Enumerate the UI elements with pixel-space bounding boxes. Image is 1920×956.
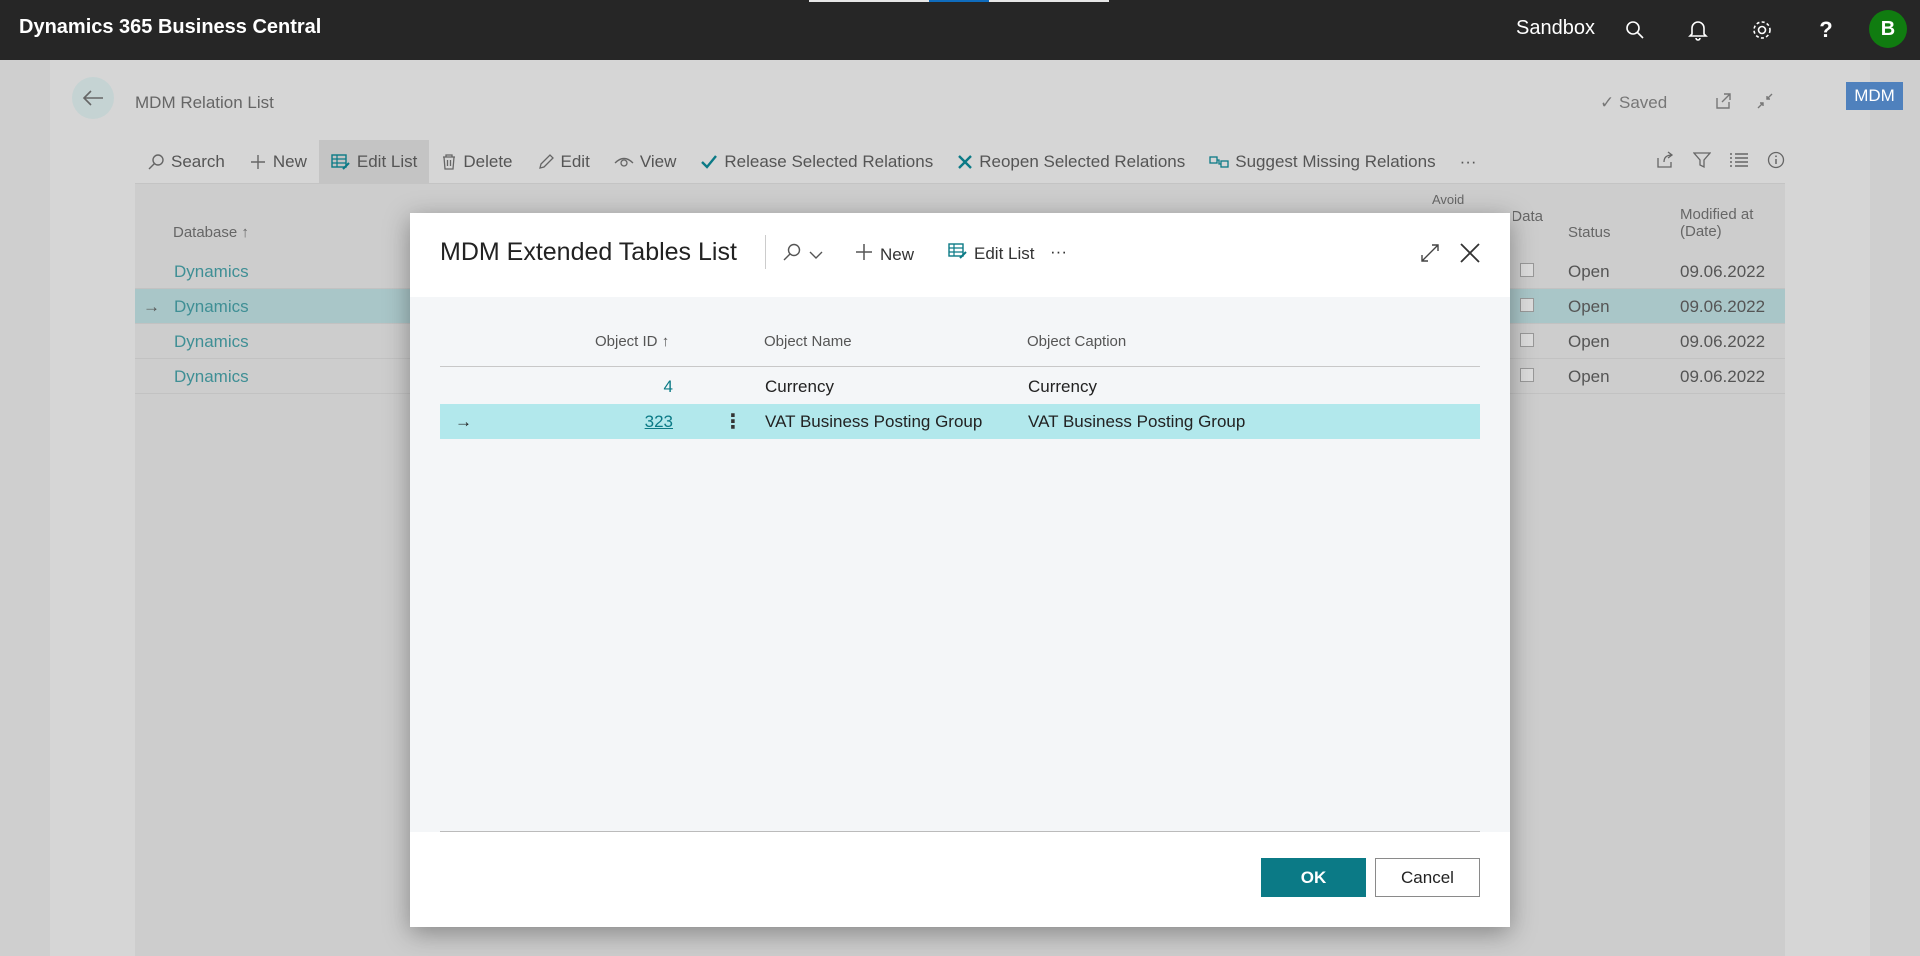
search-icon[interactable] bbox=[1621, 16, 1649, 44]
mdm-badge[interactable]: MDM bbox=[1846, 82, 1903, 110]
modified-date-cell: 09.06.2022 bbox=[1680, 262, 1766, 281]
check-icon: ✓ bbox=[1600, 93, 1615, 112]
edit-list-button[interactable]: Edit List bbox=[948, 242, 1034, 265]
edit-list-action[interactable]: Edit List bbox=[318, 139, 430, 184]
modified-date-cell: 09.06.2022 bbox=[1680, 332, 1766, 351]
object-name-cell: Currency bbox=[765, 377, 834, 396]
database-cell[interactable]: Dynamics bbox=[174, 262, 249, 282]
column-header-database[interactable]: Database ↑ bbox=[173, 224, 249, 241]
more-actions-button[interactable]: ··· bbox=[1050, 242, 1067, 262]
back-button[interactable] bbox=[72, 77, 114, 119]
page-action-bar: Search New Edit List Delete Edit View Re… bbox=[135, 139, 1785, 184]
cancel-button[interactable]: Cancel bbox=[1375, 858, 1480, 897]
object-id-cell[interactable]: 4 bbox=[664, 377, 673, 397]
status-cell: Open bbox=[1568, 367, 1610, 386]
column-header-status[interactable]: Status bbox=[1568, 224, 1611, 241]
checkbox[interactable] bbox=[1520, 333, 1534, 347]
column-header-object-id[interactable]: Object ID ↑ bbox=[595, 333, 669, 350]
release-selected-relations-action[interactable]: Release Selected Relations bbox=[688, 140, 945, 184]
avatar[interactable]: B bbox=[1869, 10, 1907, 48]
extended-tables-dialog: MDM Extended Tables List New Edit List ·… bbox=[410, 213, 1510, 927]
search-icon bbox=[782, 242, 802, 267]
share-icon[interactable] bbox=[1655, 150, 1675, 174]
gear-icon[interactable] bbox=[1748, 16, 1776, 44]
search-dropdown-button[interactable] bbox=[782, 242, 824, 267]
status-cell: Open bbox=[1568, 297, 1610, 316]
object-caption-cell: VAT Business Posting Group bbox=[1028, 412, 1246, 431]
arrow-right-icon: → bbox=[455, 412, 472, 431]
chevron-down-icon bbox=[808, 245, 824, 265]
checkbox[interactable] bbox=[1520, 298, 1534, 312]
expand-icon[interactable] bbox=[1416, 239, 1444, 267]
column-header-elec-data[interactable]: Elec... Data bbox=[1513, 208, 1543, 225]
database-cell[interactable]: Dynamics bbox=[174, 332, 249, 352]
database-cell[interactable]: Dynamics bbox=[174, 367, 249, 387]
loading-indicator bbox=[809, 0, 1109, 2]
column-header-avoid[interactable]: Avoid bbox=[1432, 192, 1464, 207]
object-id-cell[interactable]: 323 bbox=[645, 412, 673, 432]
search-action[interactable]: Search bbox=[135, 140, 237, 184]
status-cell: Open bbox=[1568, 262, 1610, 281]
column-header-modified-at[interactable]: Modified at (Date) bbox=[1680, 206, 1770, 240]
edit-action[interactable]: Edit bbox=[525, 140, 602, 184]
help-icon[interactable]: ? bbox=[1812, 16, 1840, 44]
more-actions-button[interactable]: ··· bbox=[1448, 140, 1489, 184]
edit-list-icon bbox=[948, 242, 968, 265]
divider bbox=[765, 235, 766, 269]
plus-icon bbox=[854, 242, 874, 267]
table-row[interactable]: → 323 ⋮ VAT Business Posting Group VAT B… bbox=[440, 404, 1480, 439]
database-cell[interactable]: Dynamics bbox=[174, 297, 249, 317]
dialog-title: MDM Extended Tables List bbox=[440, 238, 737, 266]
open-new-window-icon[interactable] bbox=[1710, 88, 1736, 114]
checkbox[interactable] bbox=[1520, 368, 1534, 382]
suggest-missing-relations-action[interactable]: Suggest Missing Relations bbox=[1197, 140, 1447, 184]
top-bar: Dynamics 365 Business Central Sandbox ? … bbox=[0, 0, 1920, 60]
info-icon[interactable] bbox=[1767, 151, 1785, 174]
close-icon[interactable] bbox=[1456, 239, 1484, 267]
column-header-object-caption[interactable]: Object Caption bbox=[1027, 333, 1126, 350]
delete-action[interactable]: Delete bbox=[429, 140, 524, 184]
environment-name[interactable]: Sandbox bbox=[1516, 17, 1595, 40]
saved-status: ✓ Saved bbox=[1600, 93, 1668, 112]
app-title[interactable]: Dynamics 365 Business Central bbox=[19, 16, 321, 39]
column-header-object-name[interactable]: Object Name bbox=[764, 333, 852, 350]
checkbox[interactable] bbox=[1520, 263, 1534, 277]
view-action[interactable]: View bbox=[602, 140, 689, 184]
modified-date-cell: 09.06.2022 bbox=[1680, 367, 1766, 386]
table-row[interactable]: 4 Currency Currency bbox=[440, 369, 1480, 404]
list-view-icon[interactable] bbox=[1729, 152, 1749, 173]
dialog-header: MDM Extended Tables List New Edit List ·… bbox=[410, 213, 1510, 297]
modified-date-cell: 09.06.2022 bbox=[1680, 297, 1766, 316]
page-title: MDM Relation List bbox=[135, 93, 274, 112]
ok-button[interactable]: OK bbox=[1261, 858, 1366, 897]
reopen-selected-relations-action[interactable]: Reopen Selected Relations bbox=[945, 140, 1197, 184]
collapse-icon[interactable] bbox=[1752, 88, 1778, 114]
object-caption-cell: Currency bbox=[1028, 377, 1097, 396]
object-name-cell: VAT Business Posting Group bbox=[765, 412, 983, 431]
filter-icon[interactable] bbox=[1692, 151, 1712, 174]
row-actions-icon[interactable]: ⋮ bbox=[723, 409, 743, 434]
new-action[interactable]: New bbox=[237, 140, 319, 184]
status-cell: Open bbox=[1568, 332, 1610, 351]
header-divider bbox=[440, 366, 1480, 367]
new-button[interactable]: New bbox=[854, 242, 914, 267]
arrow-right-icon: → bbox=[143, 297, 160, 316]
bell-icon[interactable] bbox=[1684, 16, 1712, 44]
